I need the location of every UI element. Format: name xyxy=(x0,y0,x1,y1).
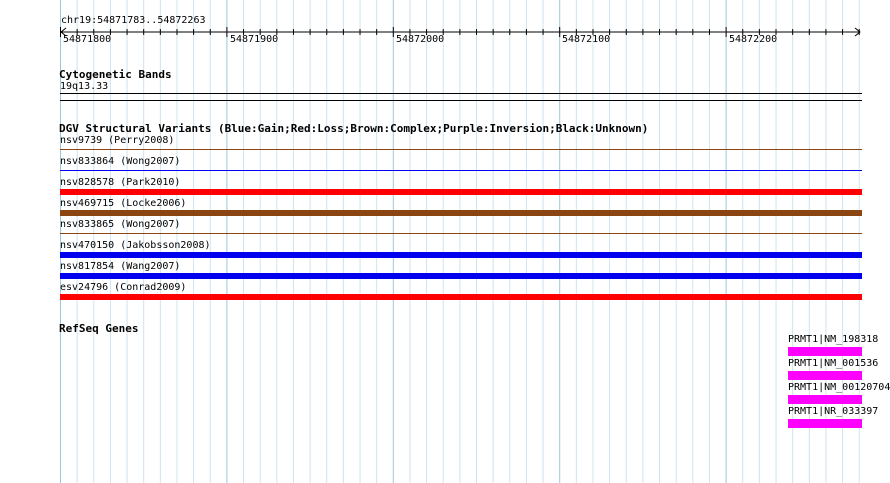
variant-label[interactable]: nsv9739 (Perry2008) xyxy=(60,135,174,147)
variant-label[interactable]: nsv833865 (Wong2007) xyxy=(60,219,180,231)
refseq-track-title: RefSeq Genes xyxy=(59,322,139,335)
gene-label[interactable]: PRMT1|NM_001536 xyxy=(788,358,890,370)
gene-bar[interactable] xyxy=(788,395,862,404)
variant-bar[interactable] xyxy=(60,294,862,300)
variant-bar[interactable] xyxy=(60,210,862,216)
gene-label[interactable]: PRMT1|NM_001207042 xyxy=(788,382,890,394)
variant-label[interactable]: nsv469715 (Locke2006) xyxy=(60,198,186,210)
variant-bar[interactable] xyxy=(60,189,862,195)
gene-bar[interactable] xyxy=(788,371,862,380)
variant-label[interactable]: nsv828578 (Park2010) xyxy=(60,177,180,189)
tick-label-3: 54872000 xyxy=(396,34,445,45)
gene-label[interactable]: PRMT1|NM_198318 xyxy=(788,334,890,346)
variant-label[interactable]: nsv833864 (Wong2007) xyxy=(60,156,180,168)
variant-label[interactable]: nsv817854 (Wang2007) xyxy=(60,261,180,273)
variant-bar[interactable] xyxy=(60,252,862,258)
gene-label[interactable]: PRMT1|NR_033397 xyxy=(788,406,890,418)
gene-bar[interactable] xyxy=(788,419,862,428)
variant-label[interactable]: esv24796 (Conrad2009) xyxy=(60,282,186,294)
cytoband-line-top[interactable] xyxy=(60,93,862,94)
dgv-track-title: DGV Structural Variants (Blue:Gain;Red:L… xyxy=(59,122,649,135)
gene-bar[interactable] xyxy=(788,347,862,356)
cytoband-label: 19q13.33 xyxy=(60,81,109,92)
tick-label-1: 54871800 xyxy=(63,34,112,45)
cytoband-track-title: Cytogenetic Bands xyxy=(59,68,172,81)
variant-label[interactable]: nsv470150 (Jakobsson2008) xyxy=(60,240,211,252)
variant-bar[interactable] xyxy=(60,233,862,234)
tick-label-2: 54871900 xyxy=(230,34,279,45)
variant-bar[interactable] xyxy=(60,170,862,171)
tick-label-4: 54872100 xyxy=(562,34,611,45)
variant-bar[interactable] xyxy=(60,149,862,150)
cytoband-line-bottom xyxy=(60,100,862,101)
variant-bar[interactable] xyxy=(60,273,862,279)
tick-label-5: 54872200 xyxy=(729,34,778,45)
